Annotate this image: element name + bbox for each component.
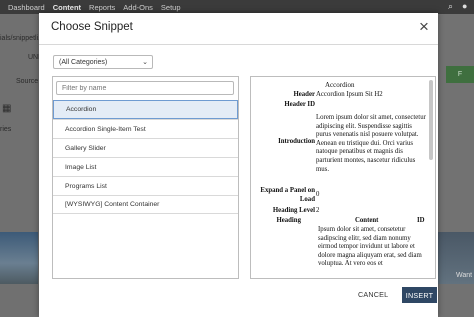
background-photo	[0, 232, 38, 284]
snippet-item-accordion-single[interactable]: Accordion Single-Item Test	[53, 119, 238, 138]
preview-scrollbar[interactable]	[429, 80, 433, 160]
filter-input[interactable]	[56, 81, 234, 95]
preview-header-id-key: Header ID	[284, 101, 315, 108]
choose-snippet-dialog: Choose Snippet × (All Categories) ⌄ Acco…	[39, 13, 438, 317]
snippet-list-panel: Accordion Accordion Single-Item Test Gal…	[52, 76, 239, 279]
search-icon: ⌕	[448, 1, 454, 11]
nav-setup: Setup	[160, 2, 181, 12]
background-nav: Dashboard Content Reports Add-Ons Setup	[0, 0, 181, 14]
snippet-item-gallery-slider[interactable]: Gallery Slider	[53, 138, 238, 157]
snippet-preview-panel: Accordion Header Accordion Ipsum Sit H2 …	[250, 76, 436, 279]
preview-header-key: Header	[293, 91, 315, 98]
dialog-title: Choose Snippet	[51, 21, 133, 33]
preview-heading-level-value: 2	[316, 207, 320, 214]
preview-expand-key: Expand a Panel on Load	[260, 187, 315, 203]
nav-content: Content	[52, 2, 82, 12]
nav-dashboard: Dashboard	[8, 2, 45, 12]
background-source: Source	[16, 78, 39, 85]
preview-intro-value: Lorem ipsum dolor sit amet, consectetur …	[316, 114, 426, 173]
preview-intro-key: Introduction	[278, 138, 315, 145]
preview-id-column: ID	[417, 217, 425, 224]
preview-expand-value: 0	[316, 191, 320, 198]
cancel-button[interactable]: CANCEL	[358, 290, 388, 299]
chevron-down-icon: ⌄	[142, 59, 148, 66]
snippet-list: Accordion Accordion Single-Item Test Gal…	[53, 100, 238, 214]
snippet-item-image-list[interactable]: Image List	[53, 157, 238, 176]
preview-title: Accordion	[325, 81, 355, 89]
preview-content-value: Ipsum dolor sit amet, consetetur sadipsc…	[318, 226, 422, 268]
background-url: ials/snippetli...	[0, 35, 44, 42]
background-green-button: F	[446, 66, 474, 83]
toolbar-icon: ▦	[2, 103, 12, 114]
snippet-item-accordion[interactable]: Accordion	[53, 100, 238, 119]
location-icon: ●	[462, 1, 468, 11]
preview-header-value: Accordion Ipsum Sit H2	[316, 91, 383, 98]
preview-content-column: Content	[355, 217, 379, 224]
snippet-item-programs-list[interactable]: Programs List	[53, 176, 238, 195]
dialog-header: Choose Snippet ×	[39, 13, 438, 45]
insert-button[interactable]: INSERT	[402, 287, 437, 303]
nav-reports: Reports	[89, 2, 116, 12]
snippet-item-wysiwyg-container[interactable]: [WYSIWYG] Content Container	[53, 195, 238, 214]
preview-heading-level-key: Heading Level	[272, 207, 315, 214]
category-select-value: (All Categories)	[59, 58, 108, 66]
preview-heading-key: Heading	[276, 217, 301, 224]
background-tab: ries	[0, 126, 12, 133]
category-select[interactable]: (All Categories) ⌄	[53, 55, 153, 69]
nav-addons: Add-Ons	[123, 2, 153, 12]
close-icon[interactable]: ×	[416, 18, 432, 35]
background-side-text: Want	[456, 272, 473, 279]
